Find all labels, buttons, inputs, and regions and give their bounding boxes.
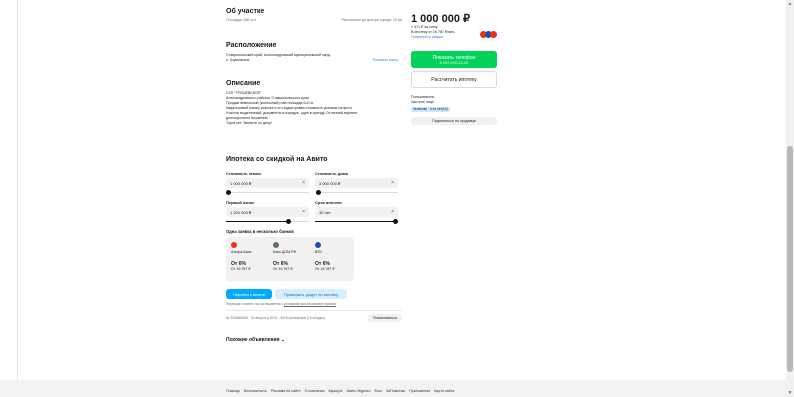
term-value: 30 лет xyxy=(319,209,331,215)
bank-payment: От 16 787 ₽ xyxy=(273,267,293,271)
price: 1 000 000 ₽ xyxy=(411,13,470,25)
description-title: Описание xyxy=(226,80,261,87)
slider-handle[interactable] xyxy=(286,219,291,224)
mortgage-section: Ипотека со скидкой на Авито Стоимость зе… xyxy=(226,156,406,343)
term-label: Срок ипотеки xyxy=(315,200,342,205)
slider-handle[interactable] xyxy=(226,190,231,195)
land-cost-label: Стоимость земли xyxy=(226,171,261,176)
footer-link[interactable]: Карьера xyxy=(328,389,342,393)
bank-payment: От 16 787 ₽ xyxy=(231,267,251,271)
alfa-bank-icon xyxy=(231,242,237,248)
address-line2: с. Грушевское xyxy=(226,58,250,62)
mortgage-title: Ипотека со скидкой на Авито xyxy=(226,156,328,163)
seller-badge: Зеленово · 6-ти лет(15) xyxy=(411,107,450,112)
show-map-link[interactable]: Показать карту xyxy=(373,58,398,63)
description-section: Описание СХП "ГРУШЕВСКОЕ" Александровско… xyxy=(226,80,406,126)
subscribe-button[interactable]: Подписаться на продавца xyxy=(411,117,497,125)
land-cost-input[interactable]: 1 000 000 ₽ × xyxy=(226,178,309,188)
bank-name: Альфа-Банк xyxy=(231,250,252,254)
footer: Помощь Безопасность Реклама на сайте О к… xyxy=(0,380,786,397)
bank-logos xyxy=(480,31,497,38)
footer-link[interactable]: Реклама на сайте xyxy=(271,389,301,393)
down-payment-value: 1 200 000 ₽ xyxy=(230,209,252,215)
report-button[interactable]: Пожаловаться xyxy=(368,314,402,322)
description-line: Торга нет. Звоните по делу! xyxy=(226,121,272,125)
distance-text: Расстояние до центра города: 15 км xyxy=(341,18,402,22)
scroll-down-icon[interactable]: ▼ xyxy=(787,390,793,396)
footer-link[interactable]: Помощь xyxy=(226,389,240,393)
vtb-bank-icon xyxy=(315,242,321,248)
consent-link[interactable]: условиями использования сервиса xyxy=(284,302,336,306)
bank-name: ВТБ xyxy=(315,250,322,254)
term-input[interactable]: 30 лет × xyxy=(315,207,398,217)
about-section: Об участке Площадь: 680 сот. Расстояние … xyxy=(226,8,406,23)
clear-icon[interactable]: × xyxy=(391,180,394,186)
location-section: Расположение Ставропольский край, Алекса… xyxy=(226,42,406,63)
bank-payment: От 16 787 ₽ xyxy=(315,267,335,271)
footer-link[interactable]: Безопасность xyxy=(244,389,267,393)
offers-link[interactable]: Посмотреть скидки xyxy=(411,35,443,40)
similar-ads-label: Похожие объявления xyxy=(226,337,280,343)
left-gutter xyxy=(0,0,18,380)
footer-link[interactable]: Блог xyxy=(374,389,382,393)
listing-meta: № 2624888435 · 31 августа в 20:51 · 5378… xyxy=(226,315,326,320)
land-cost-slider[interactable] xyxy=(226,190,309,196)
seller-type: Частное лицо xyxy=(411,100,434,104)
clear-icon[interactable]: × xyxy=(302,209,305,215)
house-cost-label: Стоимость дома xyxy=(315,171,348,176)
clear-icon[interactable]: × xyxy=(391,209,394,215)
banks-title: Одна заявка в несколько банков xyxy=(226,229,294,234)
page-scrollbar[interactable]: ▲ ▼ xyxy=(786,0,794,397)
consent-text: Переходя к анкете, вы соглашаетесь с xyxy=(226,302,284,306)
footer-link[interactable]: Авито Журнал xyxy=(346,389,370,393)
about-title: Об участке xyxy=(226,8,265,15)
clear-icon[interactable]: × xyxy=(302,180,305,186)
bank-item[interactable]: Банк ДОМ.РФ От 6% От 16 787 ₽ xyxy=(273,242,311,272)
down-payment-slider[interactable] xyxy=(226,219,309,225)
footer-link[interactable]: Приложения xyxy=(409,389,430,393)
bank-icon xyxy=(490,31,497,38)
show-phone-button[interactable]: Показать телефон 8 XXX XXX-XX-XX xyxy=(411,51,497,68)
chevron-down-icon: ⌄ xyxy=(280,337,286,343)
footer-link[interactable]: #яПомогаю xyxy=(386,389,405,393)
area-text: Площадь: 680 сот. xyxy=(226,18,257,22)
location-title: Расположение xyxy=(226,42,277,49)
phone-sub: 8 XXX XXX-XX-XX xyxy=(439,60,469,65)
similar-ads-toggle[interactable]: Похожие объявления ⌄ xyxy=(226,337,406,343)
bank-name: Банк ДОМ.РФ xyxy=(273,250,297,254)
footer-links: Помощь Безопасность Реклама на сайте О к… xyxy=(226,389,454,393)
slider-handle[interactable] xyxy=(316,190,321,195)
down-payment-input[interactable]: 1 200 000 ₽ × xyxy=(226,207,309,217)
footer-link[interactable]: О компании xyxy=(305,389,325,393)
house-cost-slider[interactable] xyxy=(315,190,398,196)
slider-handle[interactable] xyxy=(393,219,398,224)
house-cost-input[interactable]: 3 000 000 ₽ × xyxy=(315,178,398,188)
land-cost-value: 1 000 000 ₽ xyxy=(230,180,252,186)
scroll-up-icon[interactable]: ▲ xyxy=(787,1,793,7)
down-payment-label: Первый взнос xyxy=(226,200,255,205)
check-mortgage-button[interactable]: Проверить, дадут ли ипотеку xyxy=(275,289,347,299)
scroll-thumb[interactable] xyxy=(787,146,793,372)
calculate-mortgage-button[interactable]: Рассчитать ипотеку xyxy=(411,71,497,88)
bank-item[interactable]: Альфа-Банк От 6% От 16 787 ₽ xyxy=(231,242,269,272)
apply-button[interactable]: Перейти к анкете xyxy=(226,289,272,299)
banks-card: Альфа-Банк От 6% От 16 787 ₽ Банк ДОМ.РФ… xyxy=(226,237,354,281)
dom-rf-bank-icon xyxy=(273,242,279,248)
footer-link[interactable]: Карта сайта xyxy=(434,389,454,393)
term-slider[interactable] xyxy=(315,219,398,225)
house-cost-value: 3 000 000 ₽ xyxy=(319,180,341,186)
bank-item[interactable]: ВТБ От 6% От 16 787 ₽ xyxy=(315,242,353,272)
